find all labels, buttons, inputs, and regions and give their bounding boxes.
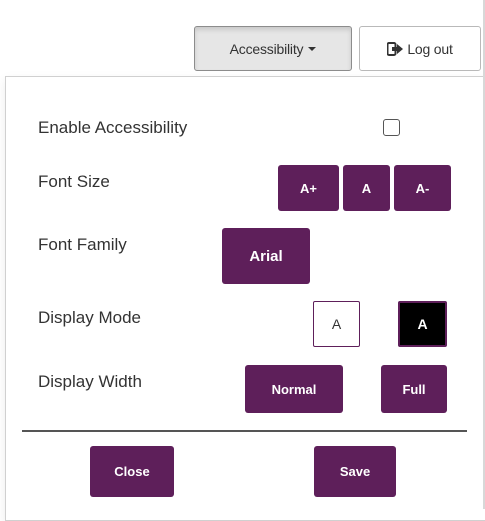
panel-divider (22, 430, 467, 432)
display-width-normal-button[interactable]: Normal (245, 365, 343, 413)
accessibility-panel (5, 76, 485, 521)
font-size-label: Font Size (38, 172, 110, 191)
accessibility-dropdown-button[interactable]: Accessibility (194, 26, 352, 71)
font-family-arial-button[interactable]: Arial (222, 228, 310, 284)
close-button[interactable]: Close (90, 446, 174, 497)
font-family-label: Font Family (38, 235, 127, 254)
sign-out-icon (386, 41, 404, 56)
display-mode-label: Display Mode (38, 308, 141, 327)
logout-button[interactable]: Log out (359, 26, 481, 71)
enable-accessibility-label: Enable Accessibility (38, 118, 188, 137)
enable-accessibility-checkbox[interactable] (383, 119, 400, 136)
font-size-increase-button[interactable]: A+ (278, 165, 339, 211)
caret-down-icon (308, 46, 317, 51)
display-width-label: Display Width (38, 372, 142, 391)
display-mode-light-button[interactable]: A (313, 301, 360, 347)
accessibility-button-label: Accessibility (229, 40, 304, 57)
save-button[interactable]: Save (314, 446, 396, 497)
logout-button-label: Log out (407, 40, 453, 57)
font-size-decrease-button[interactable]: A- (394, 165, 451, 211)
display-width-full-button[interactable]: Full (381, 365, 447, 413)
font-size-normal-button[interactable]: A (343, 165, 390, 211)
display-mode-dark-button[interactable]: A (398, 301, 447, 347)
